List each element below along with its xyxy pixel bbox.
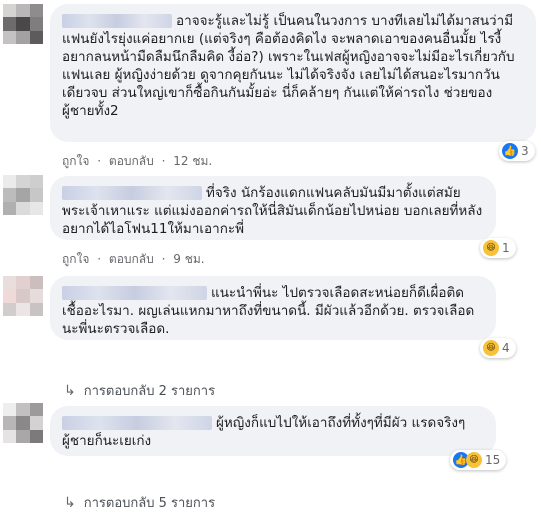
commenter-name[interactable] <box>62 286 207 300</box>
haha-reaction-icon: 😆 <box>483 340 499 356</box>
reaction-summary[interactable]: 😆 1 <box>480 238 516 258</box>
like-link[interactable]: ถูกใจ <box>62 252 89 266</box>
commenter-avatar[interactable] <box>3 276 43 316</box>
reaction-count: 3 <box>521 144 529 158</box>
commenter-avatar[interactable] <box>3 175 43 215</box>
commenter-avatar[interactable] <box>3 4 43 44</box>
comment-bubble: ที่จริง นักร้องแดกแฟนคลับมันมีมาตั้งแต่ส… <box>50 176 496 240</box>
reaction-count: 15 <box>485 453 501 467</box>
reaction-count: 1 <box>502 241 510 255</box>
comment-actions: ถูกใจ · ตอบกลับ · 9 ชม. <box>62 252 205 266</box>
view-replies-link[interactable]: ↳ การตอบกลับ 2 รายการ <box>64 380 215 401</box>
commenter-name[interactable] <box>62 186 202 200</box>
comment-timestamp[interactable]: 9 ชม. <box>173 252 204 266</box>
reaction-count: 4 <box>502 341 510 355</box>
haha-reaction-icon: 😆 <box>466 452 482 468</box>
like-link[interactable]: ถูกใจ <box>62 154 89 168</box>
reply-arrow-icon: ↳ <box>64 382 76 399</box>
like-reaction-icon: 👍 <box>502 143 518 159</box>
comment-bubble: แนะนำพี่นะ ไปตรวจเลือดสะหน่อยก็ดีเผื่อติ… <box>50 276 496 340</box>
commenter-avatar[interactable] <box>3 403 43 443</box>
comment-text: อาจจะรู้และไม่รู้ เป็นคนในวงการ บางทีเลย… <box>62 13 515 119</box>
haha-reaction-icon: 😆 <box>483 240 499 256</box>
comment-timestamp[interactable]: 12 ชม. <box>173 154 212 168</box>
comment-bubble: ผู้หญิงก็แบไปให้เอาถึงที่ทั้งๆที่มีผัว แ… <box>50 406 496 456</box>
reaction-summary[interactable]: 👍 3 <box>499 141 535 161</box>
reply-arrow-icon: ↳ <box>64 494 76 511</box>
comment-actions: ถูกใจ · ตอบกลับ · 12 ชม. <box>62 154 213 168</box>
reply-link[interactable]: ตอบกลับ <box>109 252 154 266</box>
view-replies-link[interactable]: ↳ การตอบกลับ 5 รายการ <box>64 492 215 513</box>
reaction-summary[interactable]: 👍 😆 15 <box>450 450 507 470</box>
reaction-summary[interactable]: 😆 4 <box>480 338 516 358</box>
reply-link[interactable]: ตอบกลับ <box>109 154 154 168</box>
replies-count[interactable]: การตอบกลับ 2 รายการ <box>84 380 215 401</box>
replies-count[interactable]: การตอบกลับ 5 รายการ <box>84 492 215 513</box>
commenter-name[interactable] <box>62 14 172 28</box>
comment-bubble: อาจจะรู้และไม่รู้ เป็นคนในวงการ บางทีเลย… <box>50 4 536 142</box>
commenter-name[interactable] <box>62 416 212 430</box>
